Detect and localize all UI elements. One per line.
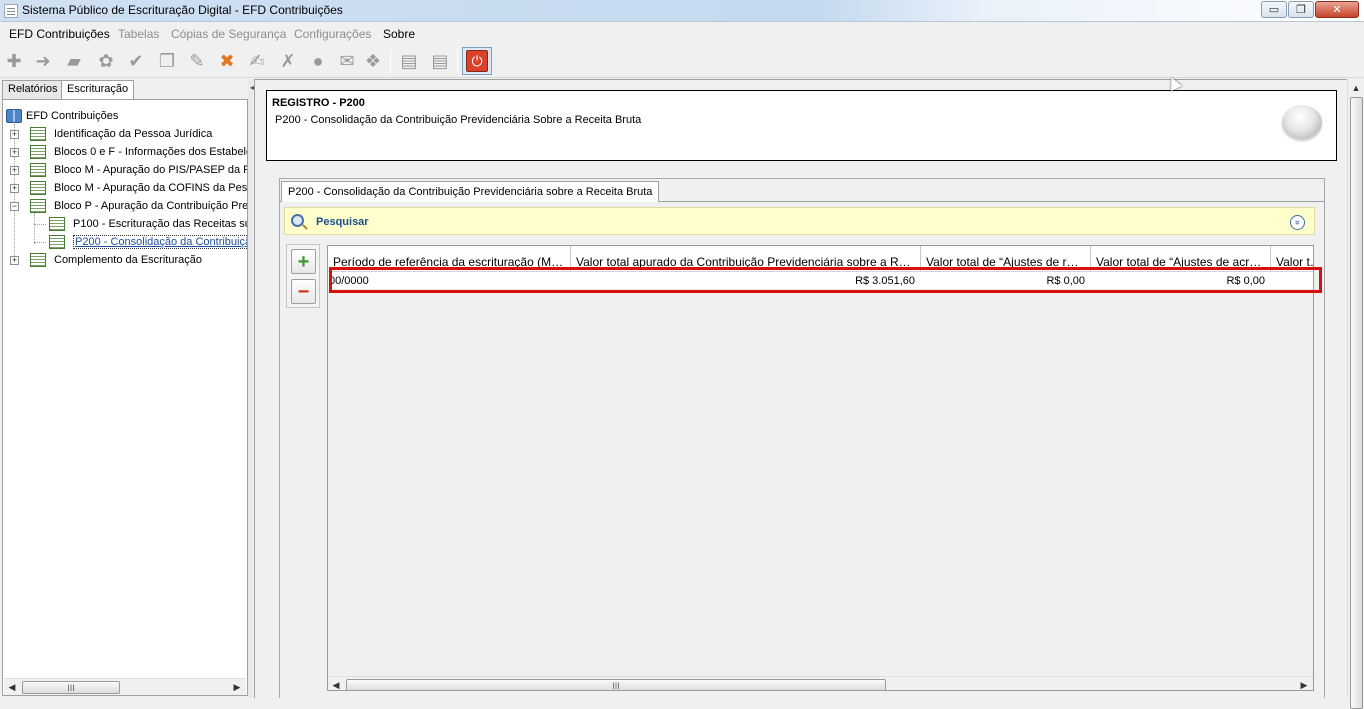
vertical-scrollbar[interactable]: ▲ <box>1347 79 1364 709</box>
tree-item-label: Identificação da Pessoa Jurídica <box>54 128 213 140</box>
menu-configuracoes[interactable]: Configurações <box>294 27 371 41</box>
book-icon <box>6 109 22 123</box>
tree-item[interactable]: Bloco M - Apuração da COFINS da Pessoa J… <box>30 180 248 196</box>
tree-item-label: Bloco P - Apuração da Contribuição Previ… <box>54 200 248 212</box>
register-icon <box>30 145 46 159</box>
tree-item-label: Bloco M - Apuração do PIS/PASEP da Pesso… <box>54 164 247 176</box>
add-record-button[interactable]: + <box>291 249 316 274</box>
transmit-icon[interactable]: ✉ <box>335 49 359 73</box>
expand-icon[interactable]: + <box>10 256 19 265</box>
tree-item-label: P200 - Consolidação da Contribuição <box>73 235 247 249</box>
remove-record-button[interactable]: − <box>291 279 316 304</box>
recibo-icon[interactable]: ❖ <box>361 49 385 73</box>
app-icon <box>4 4 18 18</box>
maximize-button[interactable]: ❐ <box>1288 1 1314 18</box>
register-icon <box>30 163 46 177</box>
search-label[interactable]: Pesquisar <box>316 216 369 228</box>
tree-item-label: P100 - Escrituração das Receitas sujeita… <box>73 218 247 230</box>
tree-item-label: Bloco M - Apuração da COFINS da Pessoa J… <box>54 182 248 194</box>
scrollbar-thumb[interactable] <box>1350 97 1363 709</box>
register-header: REGISTRO - P200 P200 - Consolidação da C… <box>266 90 1337 161</box>
sped-logo-icon <box>1282 105 1322 139</box>
settings-icon[interactable]: ✿ <box>94 49 118 73</box>
toolbar-separator <box>457 49 458 73</box>
export-icon[interactable]: ➜ <box>31 49 55 73</box>
tree-item[interactable]: Identificação da Pessoa Jurídica <box>30 126 212 142</box>
scroll-left-icon[interactable]: ◀ <box>328 678 344 690</box>
record-buttons: + − <box>286 244 320 308</box>
close-button[interactable]: ✕ <box>1315 1 1359 18</box>
tree-guide-line <box>34 210 35 244</box>
register-icon <box>49 235 65 249</box>
register-subtitle: P200 - Consolidação da Contribuição Prev… <box>275 114 642 126</box>
save-disabled-icon[interactable]: ▤ <box>428 49 452 73</box>
tab-p200[interactable]: P200 - Consolidação da Contribuição Prev… <box>281 181 660 202</box>
globe-icon[interactable]: ● <box>306 49 330 73</box>
sign-icon[interactable]: ✍ <box>245 49 269 73</box>
tree-guide-line <box>14 124 15 262</box>
table-horizontal-scrollbar[interactable]: ◀ III ▶ <box>328 676 1313 690</box>
register-icon <box>30 199 46 213</box>
title-bar: Sistema Público de Escrituração Digital … <box>0 0 1364 22</box>
scroll-right-icon[interactable]: ▶ <box>229 680 245 695</box>
register-icon <box>30 127 46 141</box>
tree-root-label: EFD Contribuições <box>26 110 119 122</box>
tree-item[interactable]: P100 - Escrituração das Receitas sujeita… <box>49 216 247 232</box>
tab-relatorios[interactable]: Relatórios <box>2 80 64 99</box>
records-table: Período de referência da escrituração (M… <box>327 245 1314 691</box>
register-title: REGISTRO - P200 <box>272 97 365 109</box>
validate-check-icon[interactable]: ✔ <box>124 49 148 73</box>
collapse-icon[interactable]: − <box>10 202 19 211</box>
tree-item[interactable]: Bloco P - Apuração da Contribuição Previ… <box>30 198 248 214</box>
pane-splitter[interactable] <box>248 79 253 698</box>
cancel-icon[interactable]: ✖ <box>215 49 239 73</box>
new-file-icon[interactable]: ✚ <box>2 49 26 73</box>
search-bar[interactable]: Pesquisar » <box>284 207 1315 235</box>
scroll-right-icon[interactable]: ▶ <box>1296 678 1312 690</box>
tree-item[interactable]: Complemento da Escrituração <box>30 252 202 268</box>
tree-item-label: Blocos 0 e F - Informações dos Estabelec… <box>54 146 248 158</box>
open-folder-icon[interactable]: ▰ <box>62 49 86 73</box>
tree-root[interactable]: EFD Contribuições <box>6 108 118 124</box>
register-icon <box>49 217 65 231</box>
tree-panel: EFD Contribuições + Identificação da Pes… <box>2 99 248 696</box>
tree-item[interactable]: Blocos 0 e F - Informações dos Estabelec… <box>30 144 248 160</box>
expand-icon[interactable]: + <box>10 148 19 157</box>
expand-icon[interactable]: + <box>10 166 19 175</box>
expand-icon[interactable]: + <box>10 184 19 193</box>
tab-escrituracao[interactable]: Escrituração <box>61 80 135 100</box>
save-icon[interactable]: ▤ <box>397 49 421 73</box>
toolbar: ✚ ➜ ▰ ✿ ✔ ❐ ✎ ✖ ✍ ✗ ● ✉ ❖ ▤ ▤ ⏻ <box>0 45 1364 78</box>
scrollbar-thumb[interactable]: III <box>346 679 886 690</box>
window-title: Sistema Público de Escrituração Digital … <box>22 3 343 17</box>
row-highlight-box <box>329 267 1322 293</box>
tree-guide-line <box>34 224 46 225</box>
tree-horizontal-scrollbar[interactable]: ◀ III ▶ <box>4 678 246 695</box>
delete-icon[interactable]: ✗ <box>276 49 300 73</box>
register-icon <box>30 181 46 195</box>
scroll-up-icon[interactable]: ▲ <box>1348 80 1364 95</box>
search-icon <box>291 214 304 227</box>
register-icon <box>30 253 46 267</box>
tree-guide-line <box>34 242 46 243</box>
expand-search-icon[interactable]: » <box>1290 215 1305 230</box>
tree-item-label: Complemento da Escrituração <box>54 254 202 266</box>
tree-item[interactable]: Bloco M - Apuração do PIS/PASEP da Pesso… <box>30 162 247 178</box>
minimize-button[interactable]: ▭ <box>1261 1 1287 18</box>
menu-tabelas[interactable]: Tabelas <box>118 27 159 41</box>
edit-note-icon[interactable]: ✎ <box>185 49 209 73</box>
menu-copias-de-seguranca[interactable]: Cópias de Segurança <box>171 27 286 41</box>
menu-efd-contribuicoes[interactable]: EFD Contribuições <box>9 27 110 41</box>
scroll-left-icon[interactable]: ◀ <box>4 680 20 695</box>
menu-sobre[interactable]: Sobre <box>383 27 415 41</box>
scrollbar-thumb[interactable]: III <box>22 681 120 694</box>
tree-item-selected[interactable]: P200 - Consolidação da Contribuição <box>49 234 247 250</box>
copy-icon[interactable]: ❐ <box>155 49 179 73</box>
menu-bar: EFD Contribuições Tabelas Cópias de Segu… <box>0 23 1364 44</box>
toolbar-separator <box>390 49 391 73</box>
expand-icon[interactable]: + <box>10 130 19 139</box>
exit-power-icon[interactable]: ⏻ <box>466 50 488 72</box>
